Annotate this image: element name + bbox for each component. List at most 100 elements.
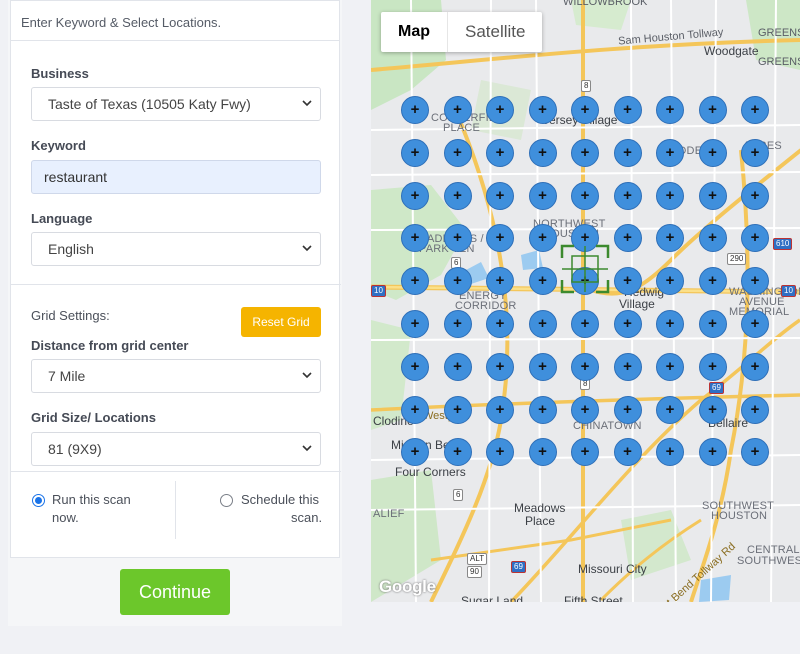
reset-grid-button[interactable]: Reset Grid: [241, 307, 321, 337]
grid-location-marker[interactable]: +: [528, 224, 557, 253]
grid-location-marker[interactable]: +: [741, 181, 769, 210]
business-select[interactable]: Taste of Texas (10505 Katy Fwy): [31, 87, 321, 121]
grid-location-marker[interactable]: +: [486, 96, 514, 124]
grid-location-marker[interactable]: +: [741, 395, 769, 424]
grid-location-marker[interactable]: +: [528, 267, 557, 296]
grid-location-marker[interactable]: +: [613, 138, 642, 167]
grid-location-marker[interactable]: +: [613, 181, 642, 210]
grid-location-marker[interactable]: +: [613, 267, 642, 296]
grid-location-marker[interactable]: +: [401, 96, 429, 124]
grid-location-marker[interactable]: +: [486, 138, 514, 167]
grid-location-marker[interactable]: +: [741, 352, 769, 381]
grid-location-marker[interactable]: +: [528, 138, 557, 167]
grid-location-marker[interactable]: +: [741, 138, 769, 167]
grid-location-marker[interactable]: +: [401, 395, 429, 424]
map-label: Four Corners: [395, 465, 466, 479]
grid-size-select-value: 81 (9X9): [48, 441, 102, 457]
grid-location-marker[interactable]: +: [698, 138, 727, 167]
highway-shield: 69: [709, 382, 724, 394]
grid-location-marker[interactable]: +: [698, 224, 727, 253]
grid-location-marker[interactable]: +: [698, 438, 727, 467]
grid-location-marker[interactable]: +: [443, 96, 472, 124]
chevron-down-icon: [302, 245, 312, 252]
grid-location-marker[interactable]: +: [443, 181, 472, 210]
grid-location-marker[interactable]: +: [443, 438, 472, 467]
grid-location-marker[interactable]: +: [656, 310, 684, 338]
grid-location-marker[interactable]: +: [528, 181, 557, 210]
grid-center-crosshair-icon[interactable]: [560, 244, 610, 294]
grid-location-marker[interactable]: +: [486, 310, 514, 338]
grid-location-marker[interactable]: +: [486, 395, 514, 424]
highway-shield: 10: [781, 285, 796, 297]
run-now-radio[interactable]: [32, 494, 45, 507]
grid-location-marker[interactable]: +: [443, 224, 472, 253]
grid-location-marker[interactable]: +: [571, 310, 599, 338]
schedule-label: Schedule this scan.: [241, 491, 322, 527]
schedule-label-line1: Schedule this: [241, 492, 320, 507]
grid-location-marker[interactable]: +: [571, 138, 599, 167]
grid-location-marker[interactable]: +: [528, 96, 557, 124]
grid-location-marker[interactable]: +: [741, 96, 769, 124]
grid-location-marker[interactable]: +: [613, 310, 642, 338]
scan-setup-panel: Enter Keyword & Select Locations. Busine…: [8, 0, 342, 626]
grid-location-marker[interactable]: +: [443, 395, 472, 424]
grid-location-marker[interactable]: +: [613, 438, 642, 467]
distance-select[interactable]: 7 Mile: [31, 359, 321, 393]
language-select[interactable]: English: [31, 232, 321, 266]
grid-location-marker[interactable]: +: [528, 310, 557, 338]
grid-location-marker[interactable]: +: [656, 138, 684, 167]
grid-location-marker[interactable]: +: [443, 267, 472, 296]
grid-location-marker[interactable]: +: [656, 181, 684, 210]
grid-location-marker[interactable]: +: [571, 352, 599, 381]
grid-location-marker[interactable]: +: [741, 267, 769, 296]
grid-location-marker[interactable]: +: [698, 267, 727, 296]
satellite-view-button[interactable]: Satellite: [447, 12, 542, 52]
map-view-button[interactable]: Map: [381, 12, 447, 52]
grid-location-marker[interactable]: +: [571, 181, 599, 210]
grid-location-marker[interactable]: +: [401, 310, 429, 338]
keyword-input[interactable]: restaurant: [31, 160, 321, 194]
grid-location-marker[interactable]: +: [613, 96, 642, 124]
grid-location-marker[interactable]: +: [698, 310, 727, 338]
map-view[interactable]: WILLOWBROOK Sam Houston Tollway Woodgate…: [371, 0, 800, 602]
grid-location-marker[interactable]: +: [443, 352, 472, 381]
grid-location-marker[interactable]: +: [656, 96, 684, 124]
grid-location-marker[interactable]: +: [656, 267, 684, 296]
grid-size-select[interactable]: 81 (9X9): [31, 432, 321, 466]
grid-location-marker[interactable]: +: [528, 438, 557, 467]
continue-button[interactable]: Continue: [120, 569, 230, 615]
grid-location-marker[interactable]: +: [528, 395, 557, 424]
schedule-radio[interactable]: [220, 494, 233, 507]
run-now-label: Run this scan now.: [52, 491, 131, 527]
grid-location-marker[interactable]: +: [401, 138, 429, 167]
grid-location-marker[interactable]: +: [698, 181, 727, 210]
grid-location-marker[interactable]: +: [443, 310, 472, 338]
google-logo: Google: [379, 577, 436, 596]
grid-location-marker[interactable]: +: [613, 352, 642, 381]
run-now-label-line1: Run this scan: [52, 492, 131, 507]
grid-location-marker[interactable]: +: [741, 310, 769, 338]
grid-location-marker[interactable]: +: [528, 352, 557, 381]
run-now-label-line2: now.: [52, 510, 79, 525]
grid-location-marker[interactable]: +: [486, 267, 514, 296]
grid-location-marker[interactable]: +: [486, 352, 514, 381]
grid-location-marker[interactable]: +: [443, 138, 472, 167]
grid-location-marker[interactable]: +: [698, 352, 727, 381]
language-select-value: English: [48, 241, 94, 257]
grid-location-marker[interactable]: +: [401, 181, 429, 210]
grid-location-marker[interactable]: +: [613, 395, 642, 424]
grid-location-marker[interactable]: +: [401, 352, 429, 381]
map-label: ALIEF: [373, 508, 405, 520]
grid-location-marker[interactable]: +: [613, 224, 642, 253]
grid-location-marker[interactable]: +: [571, 96, 599, 124]
grid-location-marker[interactable]: +: [698, 395, 727, 424]
grid-location-marker[interactable]: +: [486, 181, 514, 210]
grid-settings-label: Grid Settings:: [31, 308, 110, 323]
map-label: Woodgate: [704, 44, 759, 58]
grid-location-marker[interactable]: +: [698, 96, 727, 124]
grid-location-marker[interactable]: +: [571, 395, 599, 424]
map-label: SOUTHWEST: [737, 555, 800, 567]
grid-location-marker[interactable]: +: [401, 267, 429, 296]
grid-location-marker[interactable]: +: [656, 395, 684, 424]
grid-location-marker[interactable]: +: [656, 352, 684, 381]
